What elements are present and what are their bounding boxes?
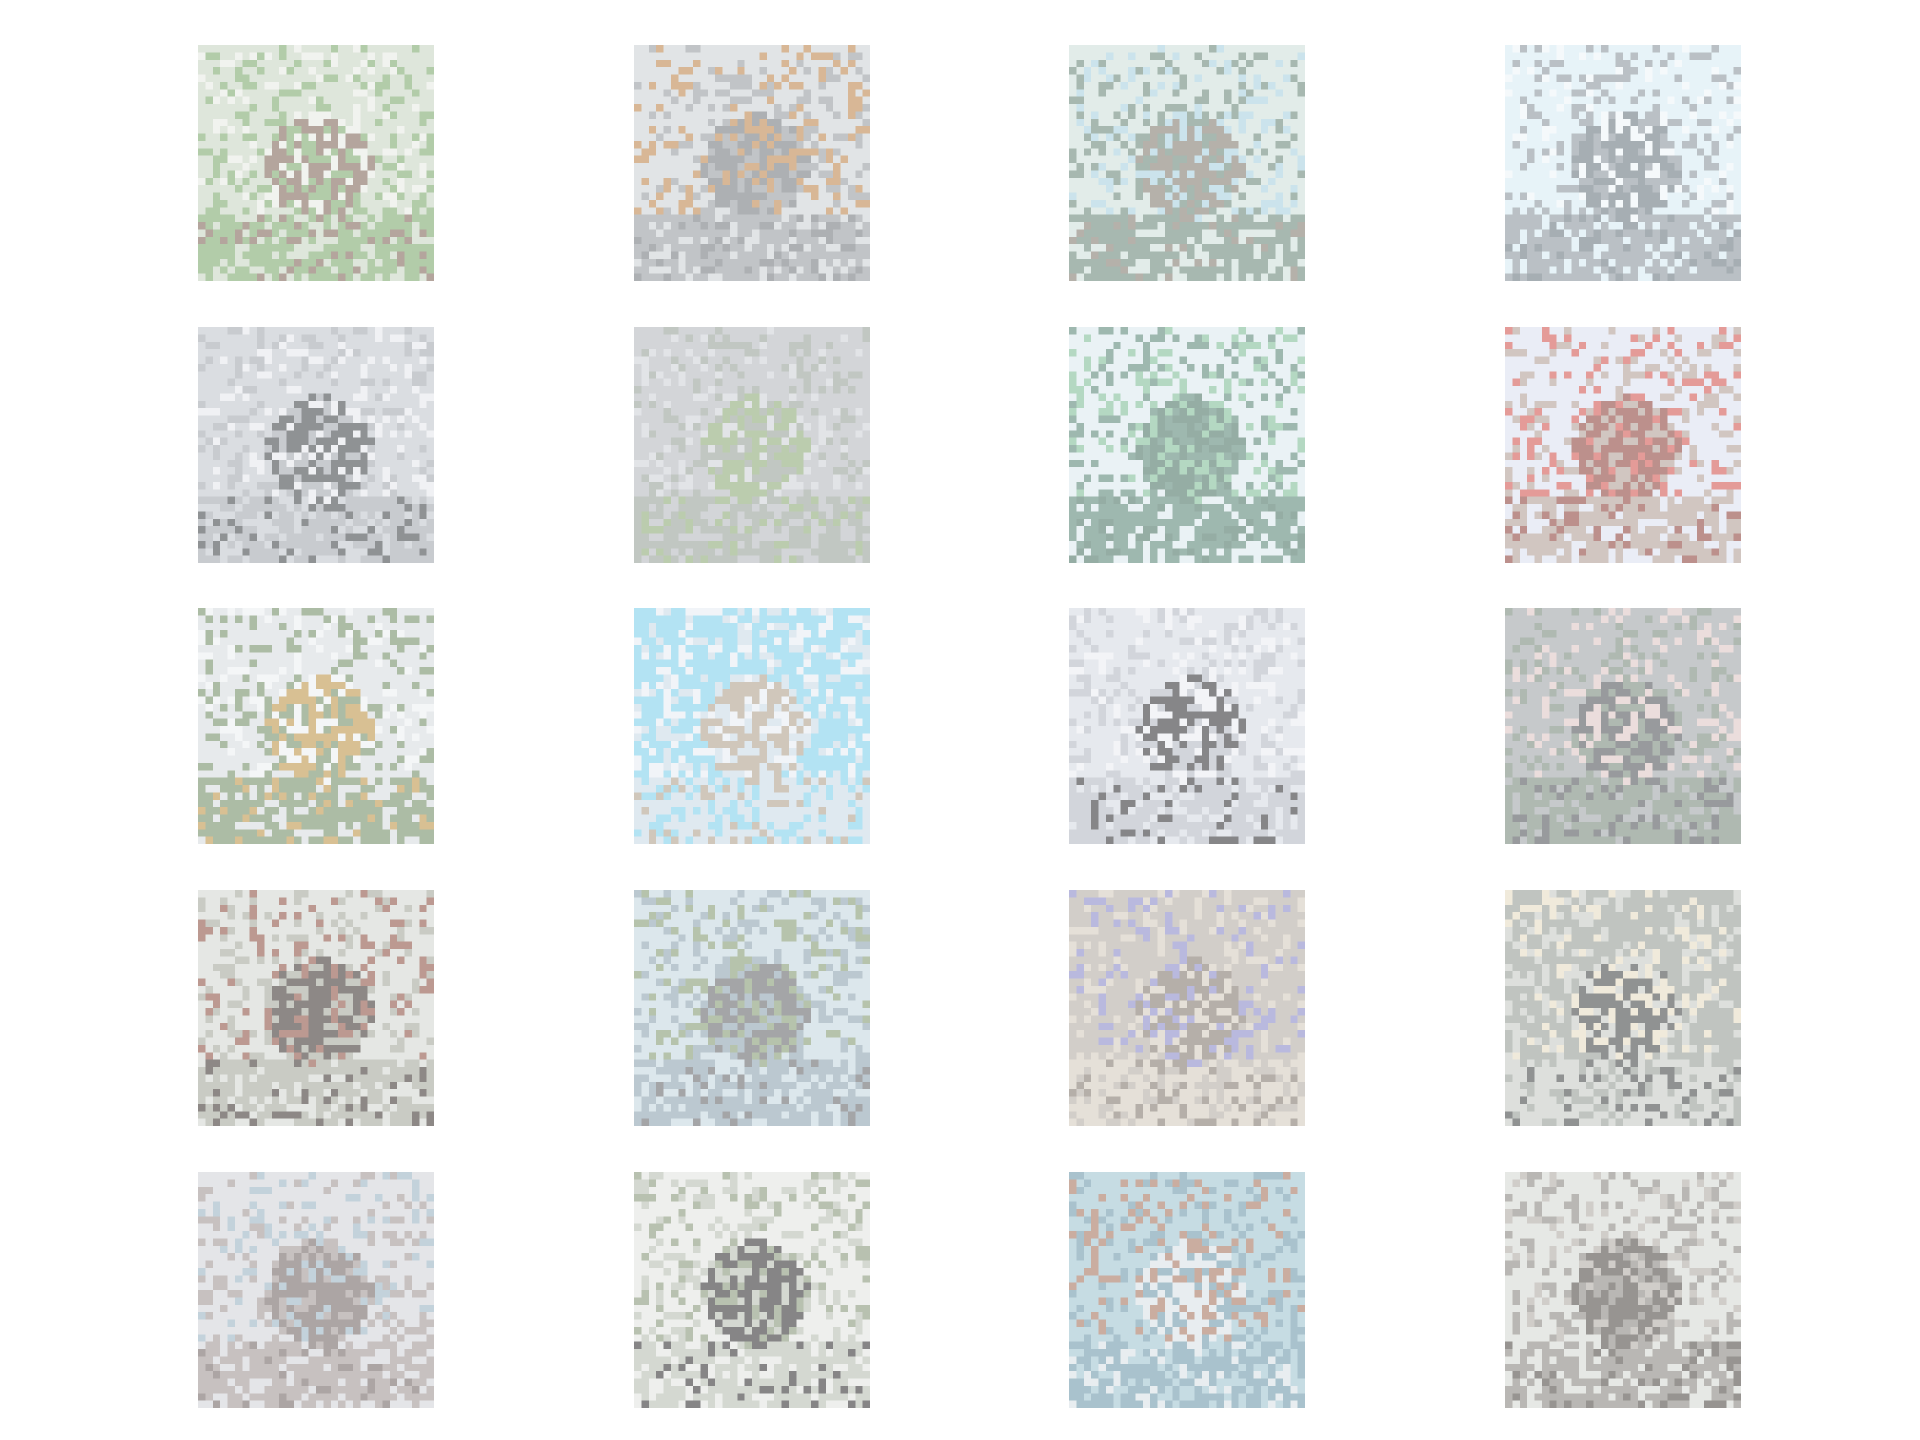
image-grid — [0, 0, 1920, 1440]
pixelated-photo — [198, 1172, 434, 1408]
thumbnail-ship — [1505, 608, 1741, 844]
thumbnail-frog — [1069, 890, 1305, 1126]
thumbnail-animal-by-water — [1069, 45, 1305, 281]
pixelated-photo — [634, 327, 870, 563]
thumbnail-airplane — [1505, 327, 1741, 563]
pixelated-photo — [198, 608, 434, 844]
pixelated-photo — [634, 45, 870, 281]
pixelated-photo — [1505, 608, 1741, 844]
pixelated-photo — [1505, 890, 1741, 1126]
pixelated-photo — [198, 327, 434, 563]
pixelated-photo — [1069, 608, 1305, 844]
thumbnail-airplane — [634, 608, 870, 844]
pixelated-photo — [1069, 890, 1305, 1126]
pixelated-photo — [1069, 45, 1305, 281]
thumbnail-bird — [1069, 608, 1305, 844]
pixelated-photo — [1505, 1172, 1741, 1408]
thumbnail-ship — [198, 1172, 434, 1408]
thumbnail-bird — [1505, 45, 1741, 281]
thumbnail-truck — [198, 327, 434, 563]
thumbnail-ship — [1069, 1172, 1305, 1408]
thumbnail-automobile — [198, 608, 434, 844]
pixelated-photo — [198, 45, 434, 281]
thumbnail-bird — [198, 890, 434, 1126]
thumbnail-ship — [1069, 327, 1305, 563]
pixelated-photo — [198, 890, 434, 1126]
thumbnail-frog — [634, 45, 870, 281]
thumbnail-frog — [634, 327, 870, 563]
pixelated-photo — [1069, 1172, 1305, 1408]
pixelated-photo — [1505, 327, 1741, 563]
pixelated-photo — [634, 1172, 870, 1408]
pixelated-photo — [1069, 327, 1305, 563]
pixelated-photo — [1505, 45, 1741, 281]
pixelated-photo — [634, 608, 870, 844]
thumbnail-frog — [1505, 1172, 1741, 1408]
thumbnail-cat — [1505, 890, 1741, 1126]
thumbnail-deer — [634, 890, 870, 1126]
pixelated-photo — [634, 890, 870, 1126]
thumbnail-horse — [634, 1172, 870, 1408]
thumbnail-deer — [198, 45, 434, 281]
